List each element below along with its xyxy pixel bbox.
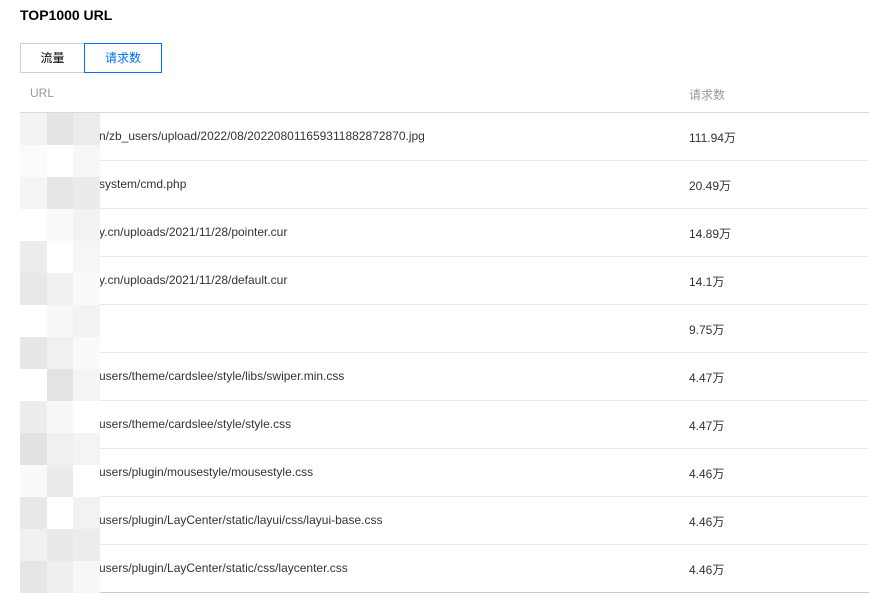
request-count-cell: 4.47万 (689, 371, 725, 385)
url-cell: n/zb_users/upload/2022/08/20220801165931… (99, 129, 425, 143)
url-cell: y.cn/uploads/2021/11/28/default.cur (99, 273, 288, 287)
metric-tabs: 流量 请求数 (20, 43, 162, 73)
table-row: users/theme/cardslee/style/libs/swiper.m… (20, 353, 869, 401)
url-cell: y.cn/uploads/2021/11/28/pointer.cur (99, 225, 288, 239)
column-header-requests[interactable]: 请求数 (689, 86, 725, 103)
table-row: n/zb_users/upload/2022/08/20220801165931… (20, 113, 869, 161)
request-count-cell: 4.46万 (689, 563, 725, 577)
request-count-cell: 4.46万 (689, 515, 725, 529)
table-body: n/zb_users/upload/2022/08/20220801165931… (20, 113, 869, 593)
table-row: y.cn/uploads/2021/11/28/default.cur 14.1… (20, 257, 869, 305)
url-cell: users/plugin/LayCenter/static/layui/css/… (99, 513, 383, 527)
request-count-cell: 14.89万 (689, 227, 732, 241)
request-count-cell: 20.49万 (689, 179, 732, 193)
url-cell: users/theme/cardslee/style/style.css (99, 417, 292, 431)
panel-title: TOP1000 URL (20, 7, 113, 23)
tab-requests[interactable]: 请求数 (84, 43, 162, 73)
table-row: users/plugin/mousestyle/mousestyle.css 4… (20, 449, 869, 497)
request-count-cell: 14.1万 (689, 275, 725, 289)
request-count-cell: 4.46万 (689, 467, 725, 481)
top-url-table: URL 请求数 n/zb_users/upload/2022/08/202208… (20, 78, 869, 593)
url-cell: users/plugin/mousestyle/mousestyle.css (99, 465, 314, 479)
url-cell: system/cmd.php (99, 177, 187, 191)
table-row: system/cmd.php 20.49万 (20, 161, 869, 209)
table-header: URL 请求数 (20, 78, 869, 113)
tab-traffic[interactable]: 流量 (20, 43, 85, 73)
request-count-cell: 4.47万 (689, 419, 725, 433)
table-row: users/theme/cardslee/style/style.css 4.4… (20, 401, 869, 449)
column-header-url[interactable]: URL (30, 86, 54, 100)
redaction-mosaic (20, 113, 100, 593)
table-row: y.cn/uploads/2021/11/28/pointer.cur 14.8… (20, 209, 869, 257)
table-row: users/plugin/LayCenter/static/layui/css/… (20, 497, 869, 545)
table-row: users/plugin/LayCenter/static/css/laycen… (20, 545, 869, 593)
table-row: 9.75万 (20, 305, 869, 353)
request-count-cell: 111.94万 (689, 131, 736, 145)
url-cell: users/theme/cardslee/style/libs/swiper.m… (99, 369, 345, 383)
request-count-cell: 9.75万 (689, 323, 725, 337)
url-cell: users/plugin/LayCenter/static/css/laycen… (99, 561, 348, 575)
